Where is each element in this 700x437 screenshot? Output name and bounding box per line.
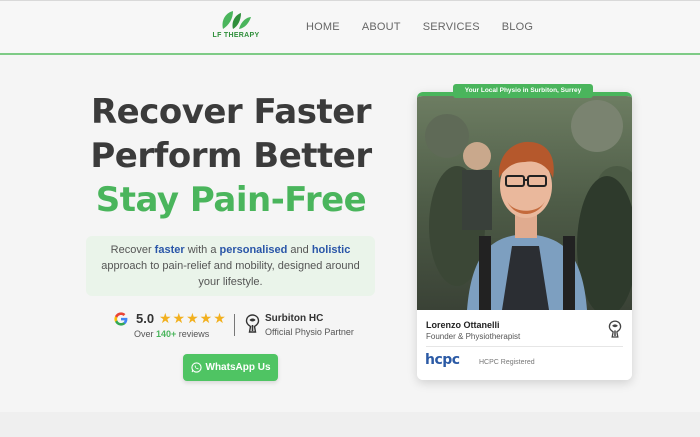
intro-highlight-personalised: personalised	[219, 244, 288, 256]
hero-line-1: Recover Faster	[90, 92, 372, 132]
intro-part: approach to pain-relief and mobility, de…	[101, 260, 360, 288]
intro-part: Recover	[110, 244, 155, 256]
site-header: LF THERAPY HOME ABOUT SERVICES BLOG	[0, 1, 700, 55]
club-crest-icon	[608, 320, 622, 338]
person-role: Founder & Physiotherapist	[426, 332, 521, 341]
nav-about[interactable]: ABOUT	[362, 21, 401, 33]
intro-highlight-faster: faster	[154, 244, 185, 256]
main-nav: HOME ABOUT SERVICES BLOG	[306, 21, 533, 33]
rating-score: 5.0	[136, 311, 155, 326]
intro-part: with a	[184, 244, 220, 256]
club-name: Surbiton HC	[265, 313, 324, 324]
intro-part: and	[287, 244, 312, 256]
rating-stars-icon: ★★★★★	[159, 310, 227, 326]
rating-divider	[234, 314, 235, 336]
logo[interactable]: LF THERAPY	[210, 9, 262, 39]
reviews-suffix: reviews	[176, 329, 210, 339]
person-name: Lorenzo Ottanelli	[426, 320, 500, 330]
nav-blog[interactable]: BLOG	[502, 21, 533, 33]
hero-line-2: Perform Better	[90, 136, 372, 176]
leaf-logo-icon	[222, 11, 251, 29]
club-crest-icon	[245, 314, 260, 333]
nav-services[interactable]: SERVICES	[423, 21, 480, 33]
next-section	[0, 412, 700, 437]
logo-text: LF THERAPY	[212, 32, 260, 39]
reviews-number: 140+	[156, 329, 177, 339]
location-badge: Your Local Physio in Surbiton, Surrey	[453, 84, 593, 98]
card-divider	[426, 346, 623, 347]
club-subtitle: Official Physio Partner	[265, 327, 354, 337]
whatsapp-icon	[190, 362, 202, 373]
whatsapp-button[interactable]: WhatsApp Us	[183, 354, 278, 381]
reviews-count: Over 140+ reviews	[134, 329, 209, 339]
hero-line-3: Stay Pain-Free	[95, 180, 367, 220]
card-info: Lorenzo Ottanelli Founder & Physiotherap…	[417, 310, 632, 380]
hcpc-logo: hcpc	[425, 352, 460, 368]
intro-highlight-holistic: holistic	[311, 244, 351, 256]
hero-title: Recover Faster Perform Better Stay Pain-…	[90, 90, 372, 222]
hcpc-registered: HCPC Registered	[479, 359, 535, 366]
intro-text: Recover faster with a personalised and h…	[86, 236, 375, 296]
nav-home[interactable]: HOME	[306, 21, 340, 33]
profile-card: Lorenzo Ottanelli Founder & Physiotherap…	[417, 92, 632, 380]
reviews-prefix: Over	[134, 329, 157, 339]
google-icon	[114, 312, 128, 326]
whatsapp-label: WhatsApp Us	[205, 362, 271, 373]
profile-photo	[417, 96, 632, 310]
